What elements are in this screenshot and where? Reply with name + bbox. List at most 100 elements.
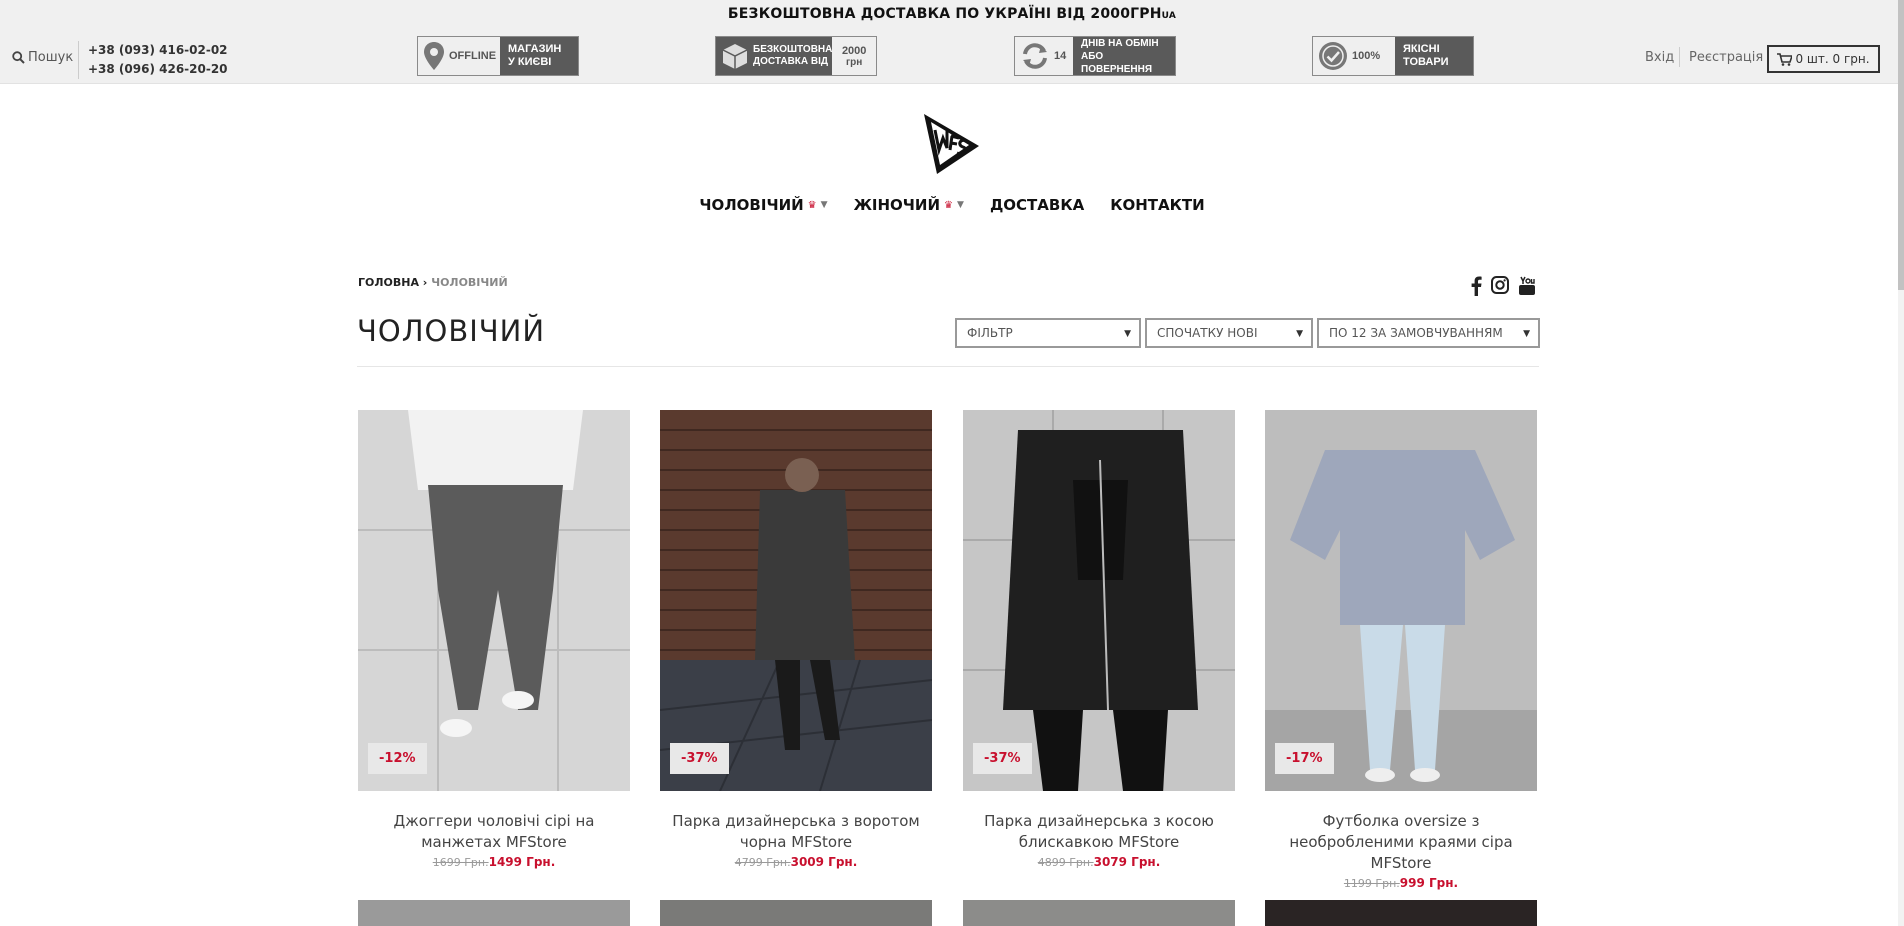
old-price: 1199 Грн. [1343,877,1400,890]
chevron-down-icon: ▼ [957,200,964,210]
sort-select[interactable]: СПОЧАТКУ НОВІ ▼ [1145,318,1313,348]
old-price: 4899 Грн. [1037,856,1094,869]
discount-badge: -12% [368,743,427,774]
product-price: 1699 Грн.1499 Грн. [358,855,630,869]
refresh-icon [1023,43,1047,69]
breadcrumb-separator: › [422,276,428,289]
check-seal-icon [1319,42,1347,70]
old-price: 4799 Грн. [734,856,791,869]
new-price: 999 Грн. [1399,876,1459,890]
chevron-down-icon: ▼ [1296,329,1303,339]
youtube-icon[interactable] [1518,276,1536,296]
discount-badge: -17% [1275,743,1334,774]
search-label: Пошук [28,50,74,65]
product-photo [358,410,630,791]
facebook-icon[interactable] [1470,276,1482,296]
badge-delivery-line1: БЕЗКОШТОВНА [753,44,833,55]
new-price: 3079 Грн. [1093,855,1161,869]
scrollbar[interactable] [1898,0,1904,926]
filter-select[interactable]: ФІЛЬТР ▼ [955,318,1141,348]
per-page-select[interactable]: ПО 12 ЗА ЗАМОВЧУВАННЯМ ▼ [1317,318,1540,348]
product-price: 4899 Грн.3079 Грн. [963,855,1235,869]
product-name[interactable]: Парка дизайнерська з косою блискавкою MF… [963,811,1235,853]
new-price: 3009 Грн. [790,855,858,869]
nav-delivery-label: ДОСТАВКА [989,196,1085,214]
product-price: 1199 Грн.999 Грн. [1265,876,1537,890]
product-card[interactable]: -12% Джоггери чоловічі сірі на манжетах … [358,410,630,869]
top-bar: БЕЗКОШТОВНА ДОСТАВКА ПО УКРАЇНІ ВІД 2000… [0,0,1904,84]
map-pin-icon [424,42,444,70]
filter-select-value: ФІЛЬТР [967,326,1013,340]
product-name[interactable]: Футболка oversize з необробленими краями… [1265,811,1537,874]
breadcrumb-home[interactable]: ГОЛОВНА [358,276,419,289]
badge-offline-line2: У КИЄВІ [508,56,552,68]
chevron-down-icon: ▼ [1124,329,1131,339]
nav-contacts-label: КОНТАКТИ [1110,196,1205,214]
hot-icon: ♛ [944,199,954,211]
divider [1679,47,1680,67]
nav-women[interactable]: ЖІНОЧИЙ ♛ ▼ [854,196,964,214]
product-image-row2[interactable] [660,900,932,926]
per-page-select-value: ПО 12 ЗА ЗАМОВЧУВАННЯМ [1329,326,1503,340]
product-image-parka-collar[interactable]: -37% [660,410,932,791]
search-link[interactable]: Пошук [12,50,73,65]
product-card[interactable]: -17% Футболка oversize з необробленими к… [1265,410,1537,890]
product-image-row2[interactable] [963,900,1235,926]
phone-1[interactable]: +38 (093) 416-02-02 [88,41,228,60]
login-link[interactable]: Вхід [1645,50,1674,65]
product-image-row2[interactable] [358,900,630,926]
product-image-parka-zip[interactable]: -37% [963,410,1235,791]
breadcrumb: ГОЛОВНА › ЧОЛОВІЧИЙ [358,276,508,289]
phone-2[interactable]: +38 (096) 426-20-20 [88,60,228,79]
badge-quality-line2: ТОВАРИ [1403,56,1449,68]
instagram-icon[interactable] [1491,276,1509,294]
product-name[interactable]: Джоггери чоловічі сірі на манжетах MFSto… [358,811,630,853]
badge-offline-store[interactable]: OFFLINE МАГАЗИН У КИЄВІ [417,36,579,76]
product-image-joggers[interactable]: -12% [358,410,630,791]
nav-men[interactable]: ЧОЛОВІЧИЙ ♛ ▼ [699,196,827,214]
nav-men-label: ЧОЛОВІЧИЙ [699,196,804,214]
badge-quality[interactable]: 100% ЯКІСНІ ТОВАРИ [1312,36,1474,76]
phone-list: +38 (093) 416-02-02 +38 (096) 426-20-20 [78,41,228,79]
promo-banner: БЕЗКОШТОВНА ДОСТАВКА ПО УКРАЇНІ ВІД 2000… [0,6,1904,22]
badge-delivery-line2: ДОСТАВКА ВІД [753,56,829,67]
badge-delivery-amount: 2000 [841,44,867,57]
badge-free-delivery[interactable]: БЕЗКОШТОВНА ДОСТАВКА ВІД 2000 грн [715,36,877,76]
nav-delivery[interactable]: ДОСТАВКА [990,196,1084,214]
badge-exchange-line1: ДНІВ НА ОБМІН [1081,37,1159,49]
badge-quality-line1: ЯКІСНІ [1403,43,1440,55]
chevron-down-icon: ▼ [820,200,828,210]
nav-contacts[interactable]: КОНТАКТИ [1110,196,1204,214]
old-price: 1699 Грн. [432,856,489,869]
promo-suffix: UA [1161,11,1177,21]
discount-badge: -37% [973,743,1032,774]
search-icon [12,51,25,64]
product-name[interactable]: Парка дизайнерська з воротом чорна MFSto… [660,811,932,853]
store-logo[interactable] [915,108,985,178]
badge-offline-line1: МАГАЗИН [508,43,562,55]
product-card[interactable]: -37% Парка дизайнерська з косою блискавк… [963,410,1235,869]
divider [357,366,1539,367]
badge-exchange[interactable]: 14 ДНІВ НА ОБМІН АБО ПОВЕРНЕННЯ [1014,36,1176,76]
social-links [1470,276,1536,296]
new-price: 1499 Грн. [488,855,556,869]
register-link[interactable]: Реєстрація [1689,50,1763,65]
badge-exchange-line2: АБО ПОВЕРНЕННЯ [1081,50,1153,75]
badge-quality-percent: 100% [1352,50,1381,62]
product-photo [963,410,1235,791]
product-card[interactable]: -37% Парка дизайнерська з воротом чорна … [660,410,932,869]
breadcrumb-current: ЧОЛОВІЧИЙ [431,276,508,289]
nav-women-label: ЖІНОЧИЙ [853,196,941,214]
product-photo [1265,410,1537,791]
cart-button[interactable]: 0 шт. 0 грн. [1767,45,1880,73]
page-title: ЧОЛОВІЧИЙ [357,314,546,348]
product-image-tshirt[interactable]: -17% [1265,410,1537,791]
cart-icon [1777,52,1793,66]
main-nav: ЧОЛОВІЧИЙ ♛ ▼ ЖІНОЧИЙ ♛ ▼ ДОСТАВКА КОНТА… [0,196,1904,214]
badge-delivery-currency: грн [846,56,863,68]
promo-text: БЕЗКОШТОВНА ДОСТАВКА ПО УКРАЇНІ ВІД 2000… [727,6,1162,22]
scrollbar-thumb[interactable] [1898,0,1904,290]
cart-summary: 0 шт. 0 грн. [1795,52,1870,66]
badge-exchange-days: 14 [1054,50,1067,62]
product-image-row2[interactable] [1265,900,1537,926]
